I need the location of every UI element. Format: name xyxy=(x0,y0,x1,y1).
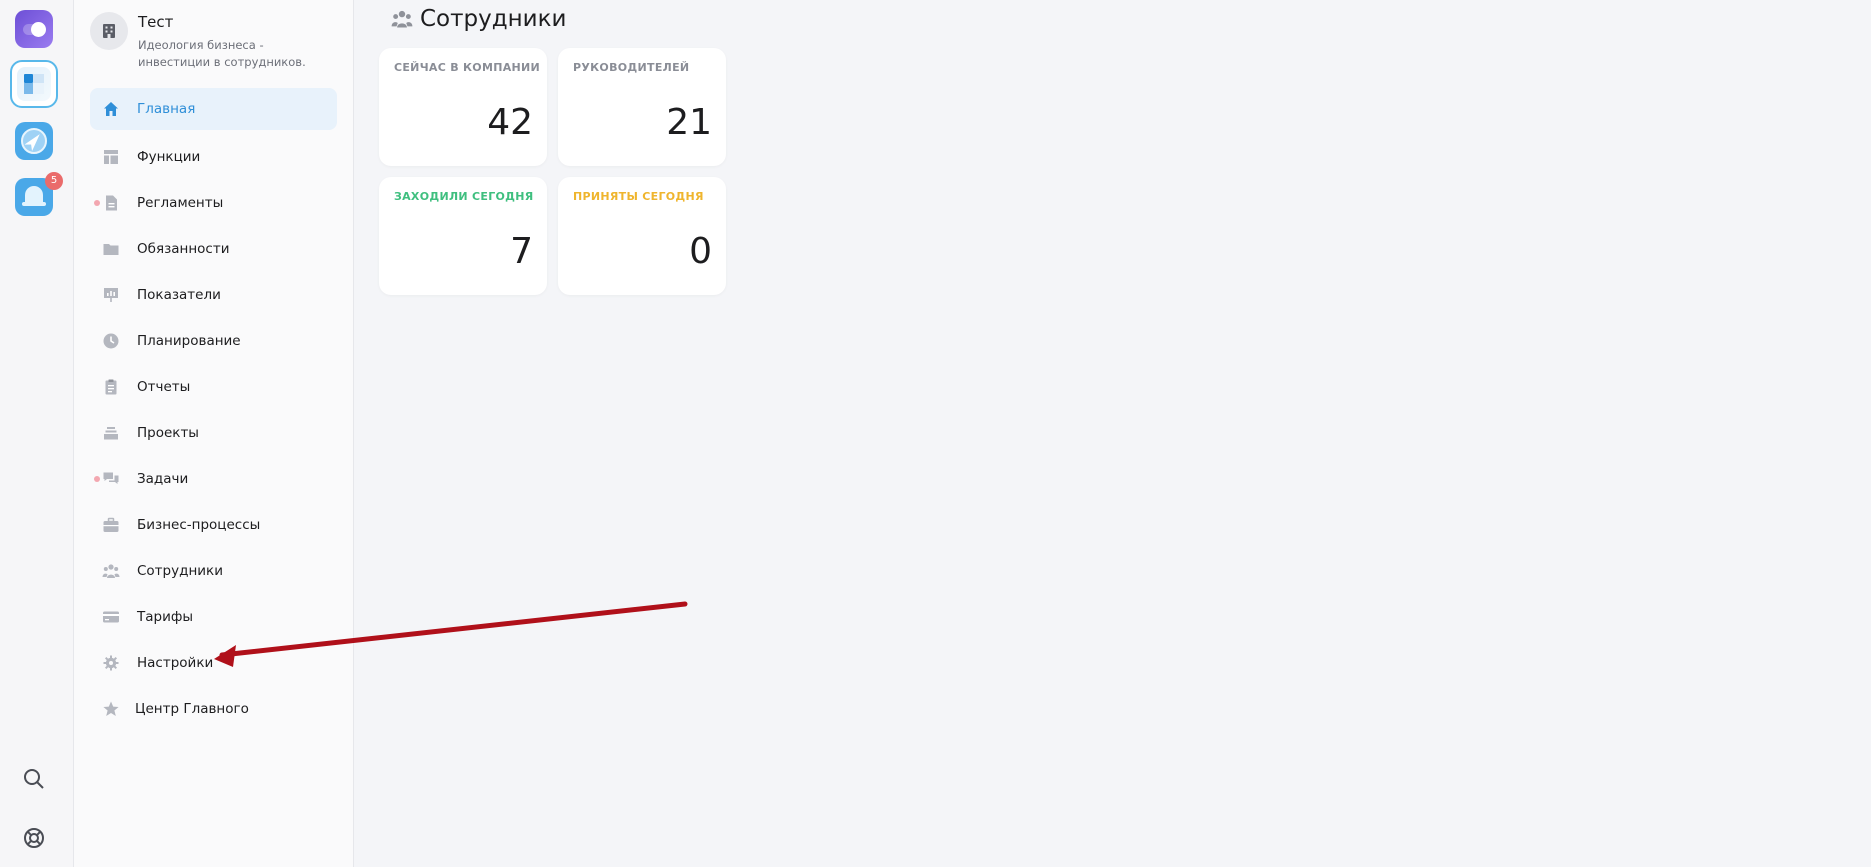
star-icon xyxy=(103,701,119,716)
stat-card-visited-today[interactable]: ЗАХОДИЛИ СЕГОДНЯ 7 xyxy=(379,177,547,295)
org-name[interactable]: Тест xyxy=(138,13,173,31)
clock-icon xyxy=(103,333,119,349)
document-icon xyxy=(106,195,117,211)
gear-icon xyxy=(103,655,119,671)
sidebar-item-label: Тарифы xyxy=(137,609,194,625)
folder-icon xyxy=(103,244,119,255)
sidebar-item-tasks[interactable]: Задачи xyxy=(90,456,337,502)
sidebar-item-regulations[interactable]: Регламенты xyxy=(90,180,337,226)
search-icon[interactable] xyxy=(22,767,46,791)
sidebar-item-label: Обязанности xyxy=(137,241,230,257)
sidebar-item-home[interactable]: Главная xyxy=(90,88,337,130)
stack-icon xyxy=(104,427,118,440)
sidebar-item-settings[interactable]: Настройки xyxy=(90,640,337,686)
clipboard-icon xyxy=(105,379,117,395)
stat-card-title: РУКОВОДИТЕЛЕЙ xyxy=(573,61,690,74)
org-avatar[interactable] xyxy=(90,12,128,50)
org-description: Идеология бизнеса - инвестиции в сотрудн… xyxy=(138,38,306,69)
sidebar-item-label: Задачи xyxy=(137,471,189,487)
stat-card-value: 21 xyxy=(666,102,712,143)
users-icon xyxy=(102,564,120,578)
sidebar-item-label: Показатели xyxy=(137,287,221,303)
sidebar-item-duties[interactable]: Обязанности xyxy=(90,226,337,272)
sidebar-item-indicators[interactable]: Показатели xyxy=(90,272,337,318)
workspace-icon[interactable] xyxy=(10,60,58,108)
page-title: Сотрудники xyxy=(420,6,567,32)
stat-card-title: СЕЙЧАС В КОМПАНИИ xyxy=(394,61,541,74)
sidebar-item-main-center[interactable]: Центр Главного xyxy=(90,686,337,732)
stat-card-value: 42 xyxy=(487,102,533,143)
toggle-icon[interactable] xyxy=(15,10,53,48)
card-icon xyxy=(103,611,119,623)
sidebar-item-label: Отчеты xyxy=(137,379,191,395)
sidebar-item-label: Сотрудники xyxy=(137,563,223,579)
stat-card-title: ЗАХОДИЛИ СЕГОДНЯ xyxy=(394,190,534,203)
stat-card-current[interactable]: СЕЙЧАС В КОМПАНИИ 42 xyxy=(379,48,547,166)
building-icon xyxy=(103,24,115,38)
compass-icon[interactable] xyxy=(15,122,53,160)
stat-card-hired-today[interactable]: ПРИНЯТЫ СЕГОДНЯ 0 xyxy=(558,177,726,295)
stat-card-title: ПРИНЯТЫ СЕГОДНЯ xyxy=(573,190,704,203)
stat-card-value: 0 xyxy=(689,231,712,272)
briefcase-icon xyxy=(103,517,119,532)
sidebar-item-label: Главная xyxy=(137,101,196,117)
sidebar-item-label: Настройки xyxy=(137,655,214,671)
sidebar-item-business-processes[interactable]: Бизнес-процессы xyxy=(90,502,337,548)
notification-badge: 5 xyxy=(45,172,63,190)
presentation-icon xyxy=(104,288,118,302)
sidebar-item-functions[interactable]: Функции xyxy=(90,134,337,180)
sidebar-item-label: Функции xyxy=(137,149,201,165)
sidebar-item-label: Бизнес-процессы xyxy=(137,517,261,533)
sidebar-item-label: Проекты xyxy=(137,425,199,441)
sidebar-item-label: Регламенты xyxy=(137,195,224,211)
unread-dot xyxy=(94,200,100,206)
sidebar-item-label: Планирование xyxy=(137,333,241,349)
page-header: Сотрудники xyxy=(390,6,566,32)
unread-dot xyxy=(94,476,100,482)
sidebar-item-reports[interactable]: Отчеты xyxy=(90,364,337,410)
main-content: Сотрудники СЕЙЧАС В КОМПАНИИ 42 РУКОВОДИ… xyxy=(354,0,1871,867)
sidebar-item-label: Центр Главного xyxy=(135,701,249,717)
stat-card-value: 7 xyxy=(510,231,533,272)
home-icon xyxy=(104,102,118,116)
app-rail: 5 xyxy=(0,0,74,867)
chat-icon xyxy=(103,472,119,484)
sidebar: Тест Идеология бизнеса - инвестиции в со… xyxy=(74,0,354,867)
sidebar-item-tariffs[interactable]: Тарифы xyxy=(90,594,337,640)
sidebar-item-planning[interactable]: Планирование xyxy=(90,318,337,364)
users-icon xyxy=(391,10,413,28)
layout-icon xyxy=(104,150,118,164)
sidebar-nav: Главная Функции Регламенты Обязанности П… xyxy=(90,88,337,732)
sidebar-item-employees[interactable]: Сотрудники xyxy=(90,548,337,594)
sidebar-item-projects[interactable]: Проекты xyxy=(90,410,337,456)
help-icon[interactable] xyxy=(22,826,46,850)
stat-card-managers[interactable]: РУКОВОДИТЕЛЕЙ 21 xyxy=(558,48,726,166)
